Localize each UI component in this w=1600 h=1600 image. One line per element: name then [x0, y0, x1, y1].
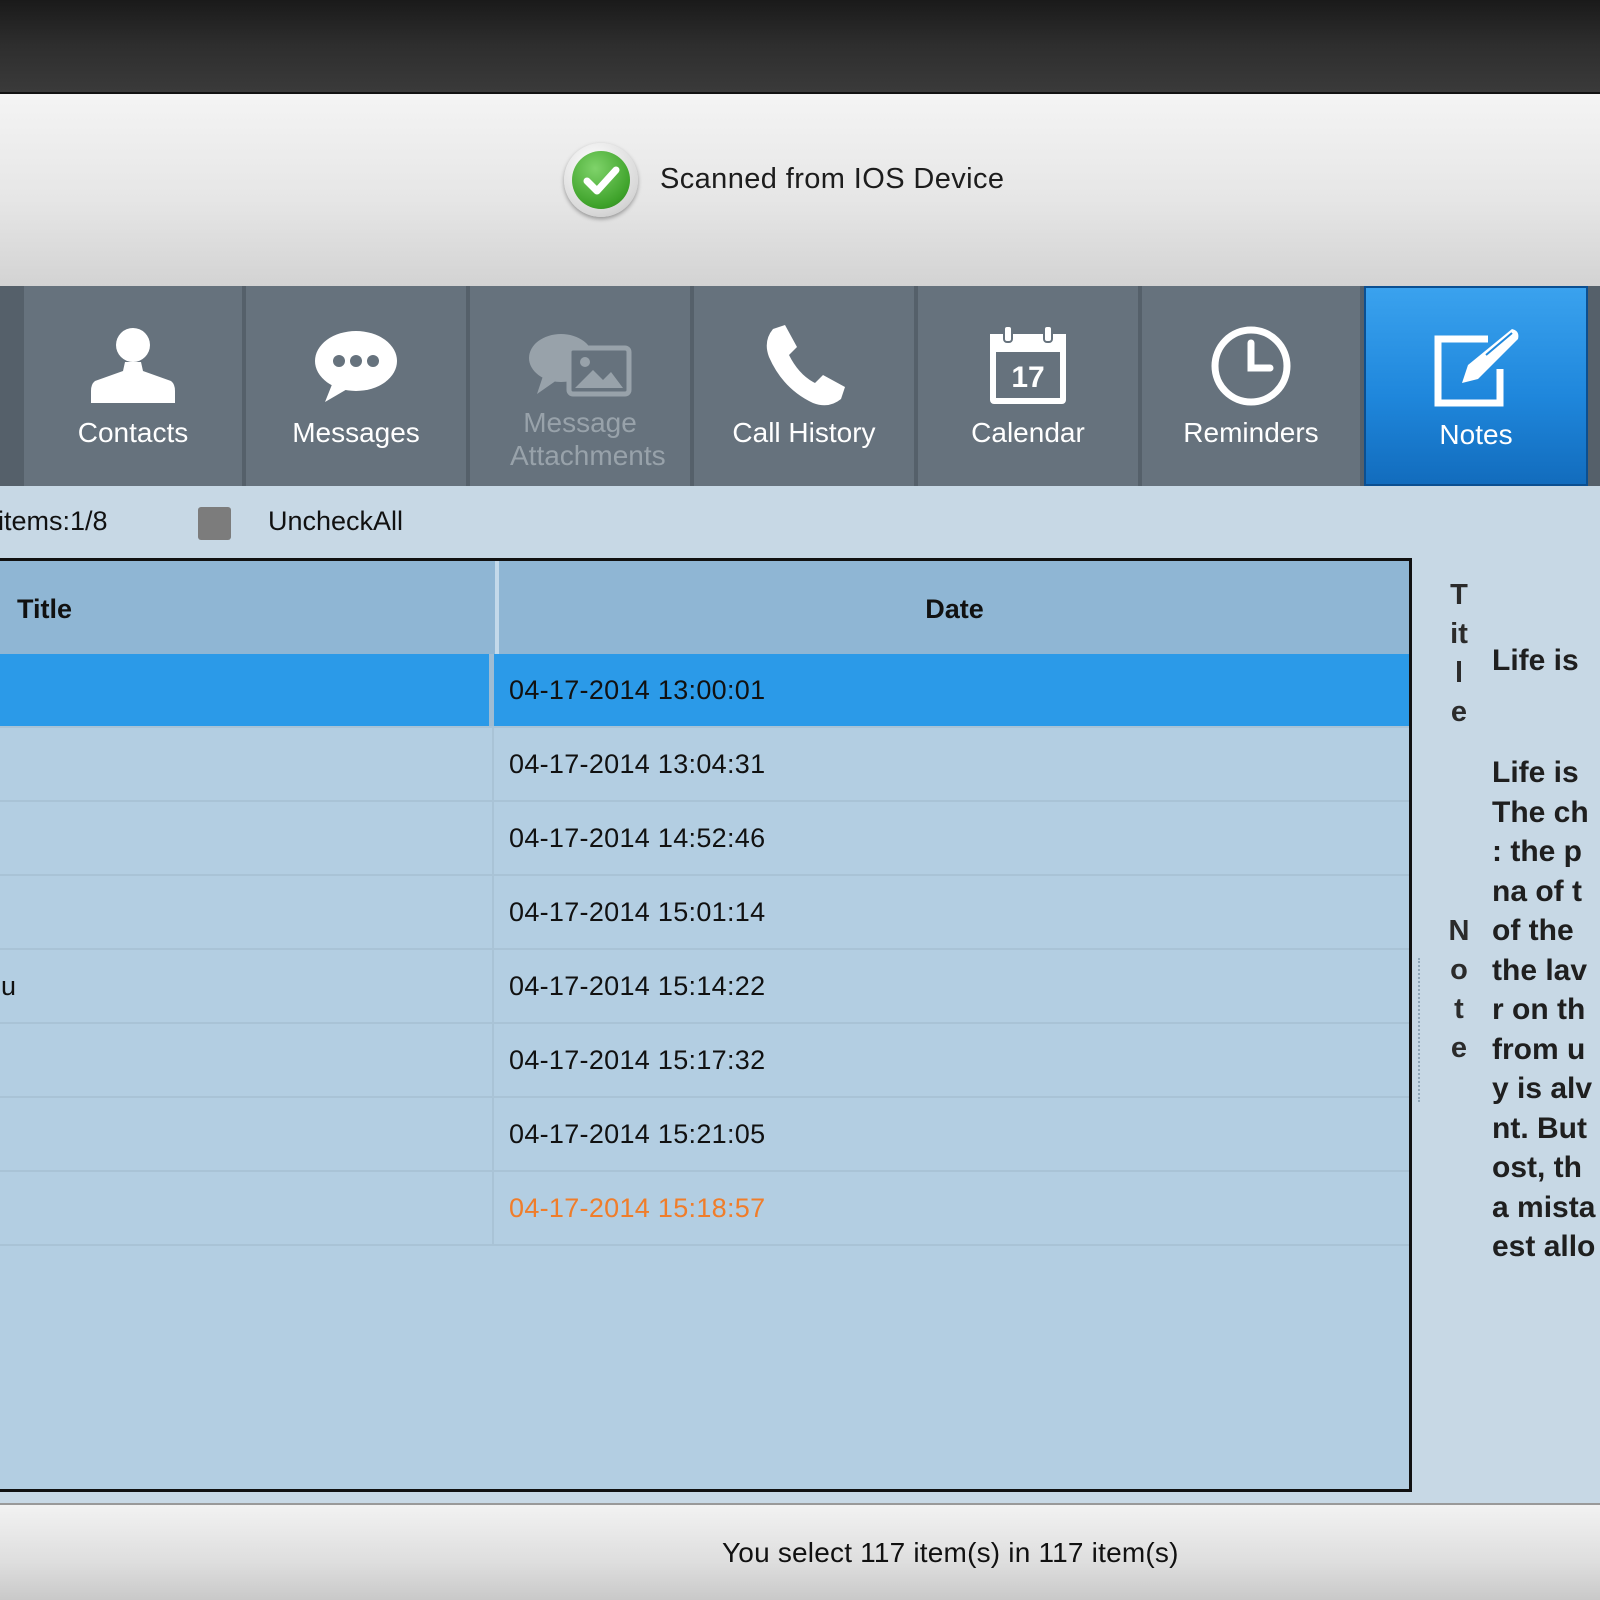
- clock-icon: [1142, 316, 1360, 416]
- note-line: nt. But: [1492, 1111, 1587, 1145]
- tab-label: Reminders: [1183, 417, 1319, 448]
- uncheck-all-checkbox[interactable]: [198, 507, 231, 540]
- table-row[interactable]: 04-17-2014 15:18:57: [0, 1172, 1409, 1246]
- tab-label: Messages: [292, 417, 420, 448]
- window-titlebar: [0, 0, 1600, 94]
- tab-messages[interactable]: Messages: [246, 286, 466, 486]
- table-row[interactable]: 04-17-2014 15:17:32: [0, 1024, 1409, 1098]
- detail-title-label-char: e: [1450, 696, 1468, 728]
- cell-date: 04-17-2014 14:52:46: [509, 823, 766, 853]
- cell-title: [0, 1024, 494, 1096]
- note-detail-pane: T it l e Life is N o t e Life is The ch …: [1428, 558, 1600, 1503]
- cell-date: 04-17-2014 13:04:31: [509, 749, 766, 779]
- messages-icon: [246, 316, 466, 416]
- table-body: 04-17-2014 13:00:01 04-17-2014 13:04:31 …: [0, 654, 1409, 1246]
- note-line: of the: [1492, 914, 1574, 947]
- detail-note-text: Life is The ch : the p na of t of the th…: [1492, 753, 1600, 1267]
- note-line: from u: [1492, 1032, 1586, 1066]
- detail-title-label-char: T: [1450, 579, 1468, 611]
- table-row[interactable]: u 04-17-2014 15:14:22: [0, 950, 1409, 1024]
- table-row[interactable]: 04-17-2014 13:04:31: [0, 728, 1409, 802]
- check-icon: [564, 143, 638, 217]
- cell-date: 04-17-2014 15:17:32: [509, 1045, 766, 1075]
- note-line: Life is: [1492, 756, 1579, 789]
- tab-notes[interactable]: Notes: [1364, 286, 1588, 486]
- table-row[interactable]: 04-17-2014 15:01:14: [0, 876, 1409, 950]
- calendar-icon: 17: [918, 316, 1138, 416]
- tab-calendar[interactable]: 17 Calendar: [918, 286, 1138, 486]
- tab-reminders[interactable]: Reminders: [1142, 286, 1360, 486]
- contacts-icon: [24, 316, 242, 416]
- notes-icon: [1366, 318, 1586, 418]
- table-header: Title Date: [0, 561, 1409, 654]
- items-count: items:1/8: [0, 506, 108, 536]
- note-line: : the p: [1492, 835, 1582, 868]
- tab-label: Calendar: [971, 417, 1085, 448]
- svg-text:17: 17: [1011, 361, 1044, 394]
- list-toolbar: [0, 486, 1600, 558]
- cell-title: [0, 728, 494, 800]
- detail-note-label-char: e: [1450, 1032, 1468, 1064]
- cell-title: [0, 876, 494, 948]
- note-line: a mista: [1492, 1190, 1596, 1224]
- cell-date: 04-17-2014 15:01:14: [509, 897, 766, 927]
- tab-label: Contacts: [77, 417, 189, 448]
- tab-call-history[interactable]: Call History: [694, 286, 914, 486]
- cell-date: 04-17-2014 15:14:22: [509, 971, 766, 1001]
- uncheck-all-label[interactable]: UncheckAll: [268, 506, 403, 537]
- cell-date: 04-17-2014 15:18:57: [509, 1193, 766, 1223]
- tab-message-attachments[interactable]: Message Attachments: [470, 286, 690, 486]
- tab-label: Call History: [732, 417, 876, 448]
- column-divider[interactable]: [495, 561, 499, 654]
- table-row[interactable]: 04-17-2014 14:52:46: [0, 802, 1409, 876]
- pane-splitter[interactable]: [1418, 958, 1421, 1102]
- detail-title-label-char: l: [1454, 657, 1464, 689]
- category-tabbar: Contacts Messages Message Attachments Ca…: [0, 286, 1600, 486]
- detail-note-label-char: o: [1450, 954, 1468, 986]
- note-line: na of t: [1492, 874, 1582, 908]
- scan-status-text: Scanned from IOS Device: [660, 163, 1005, 195]
- status-bar: You select 117 item(s) in 117 item(s): [0, 1503, 1600, 1600]
- note-line: r on th: [1492, 993, 1586, 1026]
- cell-date: 04-17-2014 15:21:05: [509, 1119, 766, 1149]
- cell-title: [0, 802, 494, 874]
- table-row[interactable]: 04-17-2014 15:21:05: [0, 1098, 1409, 1172]
- note-line: the lav: [1492, 953, 1588, 987]
- detail-title-value: Life is: [1492, 644, 1579, 677]
- selection-summary: You select 117 item(s) in 117 item(s): [722, 1537, 1179, 1568]
- note-line: y is alv: [1492, 1072, 1593, 1105]
- detail-note-label-char: t: [1454, 993, 1464, 1025]
- note-line: est allo: [1492, 1230, 1596, 1263]
- cell-title: u: [0, 950, 494, 1022]
- note-line: The ch: [1492, 795, 1589, 829]
- cell-title: [0, 1172, 494, 1244]
- tab-label: Message Attachments: [510, 407, 666, 471]
- column-header-date[interactable]: Date: [500, 594, 1409, 625]
- note-line: ost, th: [1492, 1151, 1582, 1184]
- table-row[interactable]: 04-17-2014 13:00:01: [0, 654, 1409, 728]
- tab-label: Notes: [1439, 419, 1513, 450]
- column-header-title[interactable]: Title: [17, 594, 72, 625]
- tab-contacts[interactable]: Contacts: [24, 286, 242, 486]
- notes-table: Title Date 04-17-2014 13:00:01 04-17-201…: [0, 558, 1412, 1492]
- cell-date: 04-17-2014 13:00:01: [509, 675, 766, 705]
- detail-title-label-char: it: [1450, 618, 1468, 650]
- cell-title: [0, 654, 494, 726]
- detail-note-label-char: N: [1448, 915, 1470, 947]
- cell-title: [0, 1098, 494, 1170]
- message-attachments-icon: [470, 316, 690, 416]
- phone-icon: [694, 316, 914, 416]
